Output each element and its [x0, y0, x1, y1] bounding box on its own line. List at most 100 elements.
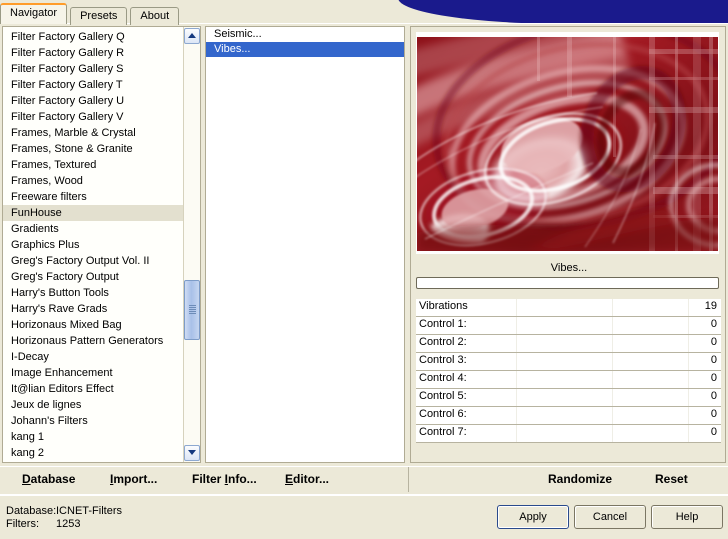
- category-item[interactable]: Image Enhancement: [3, 365, 184, 381]
- parameter-tick: [516, 299, 517, 316]
- filter-item[interactable]: Vibes...: [206, 42, 404, 57]
- parameter-row[interactable]: Vibrations 19: [416, 299, 721, 317]
- category-item-label: Greg's Factory Output Vol. II: [11, 255, 150, 267]
- scrollbar-thumb[interactable]: [184, 280, 200, 340]
- randomize-button[interactable]: Randomize: [548, 472, 612, 486]
- parameter-label: Control 1:: [419, 318, 467, 330]
- preview-image-frame[interactable]: [416, 32, 719, 254]
- parameter-value: 0: [710, 318, 717, 330]
- parameter-row[interactable]: Control 4: 0: [416, 371, 721, 389]
- category-scrollbar[interactable]: [183, 27, 200, 462]
- parameter-tick: [688, 371, 689, 388]
- category-item[interactable]: Greg's Factory Output: [3, 269, 184, 285]
- category-item-label: Filter Factory Gallery Q: [11, 31, 125, 43]
- category-item[interactable]: kang 2: [3, 445, 184, 461]
- category-item[interactable]: Johann's Filters: [3, 413, 184, 429]
- filter-item-label: Vibes...: [214, 43, 251, 55]
- parameter-row[interactable]: Control 7: 0: [416, 425, 721, 443]
- category-item[interactable]: Harry's Button Tools: [3, 285, 184, 301]
- database-button[interactable]: Database: [22, 472, 75, 486]
- category-list-panel: Filter Factory Gallery Q Filter Factory G…: [2, 26, 201, 463]
- parameter-tick: [612, 407, 613, 424]
- category-item[interactable]: Filter Factory Gallery U: [3, 93, 184, 109]
- category-item[interactable]: Horizonaus Mixed Bag: [3, 317, 184, 333]
- category-item-label: Freeware filters: [11, 191, 87, 203]
- parameter-tick: [688, 335, 689, 352]
- category-item[interactable]: Harry's Rave Grads: [3, 301, 184, 317]
- category-item-label: Greg's Factory Output: [11, 271, 119, 283]
- category-item-label: Frames, Wood: [11, 175, 83, 187]
- category-item[interactable]: Filter Factory Gallery R: [3, 45, 184, 61]
- tab-about[interactable]: About: [130, 7, 180, 25]
- filter-info-button[interactable]: Filter Info...: [192, 472, 257, 486]
- category-item[interactable]: FunHouse: [3, 205, 184, 221]
- category-item[interactable]: Freeware filters: [3, 189, 184, 205]
- category-item[interactable]: Filter Factory Gallery Q: [3, 29, 184, 45]
- category-item[interactable]: Graphics Plus: [3, 237, 184, 253]
- tab-navigator-label: Navigator: [10, 7, 58, 19]
- tab-about-label: About: [140, 10, 170, 22]
- category-item[interactable]: kang 1: [3, 429, 184, 445]
- category-item[interactable]: I-Decay: [3, 349, 184, 365]
- parameter-tick: [612, 389, 613, 406]
- parameter-tick: [612, 317, 613, 334]
- category-item-label: Frames, Marble & Crystal: [11, 127, 136, 139]
- category-item[interactable]: Filter Factory Gallery S: [3, 61, 184, 77]
- parameter-tick: [688, 299, 689, 316]
- filter-item-label: Seismic...: [214, 28, 262, 40]
- database-label: Database:: [6, 505, 57, 517]
- progress-bar: [416, 277, 719, 289]
- category-item[interactable]: Horizonaus Pattern Generators: [3, 333, 184, 349]
- category-item-label: Image Enhancement: [11, 367, 113, 379]
- tab-navigator[interactable]: Navigator: [0, 3, 68, 24]
- category-item[interactable]: Filter Factory Gallery T: [3, 77, 184, 93]
- parameter-label: Control 5:: [419, 390, 467, 402]
- filters-unlimited-window: Filters Unlimited 2.0 Navigator Presets …: [0, 0, 728, 539]
- scroll-down-button[interactable]: [184, 445, 200, 461]
- tab-presets[interactable]: Presets: [70, 7, 128, 25]
- category-item[interactable]: Greg's Factory Output Vol. II: [3, 253, 184, 269]
- parameter-tick: [688, 425, 689, 442]
- category-item[interactable]: Jeux de lignes: [3, 397, 184, 413]
- category-item-label: Johann's Filters: [11, 415, 88, 427]
- help-button[interactable]: Help: [651, 505, 723, 529]
- category-item[interactable]: Frames, Wood: [3, 173, 184, 189]
- database-button-label: atabase: [30, 472, 76, 486]
- parameter-row[interactable]: Control 1: 0: [416, 317, 721, 335]
- parameter-table: Vibrations 19 Control 1: 0 Control 2: 0 Contro…: [416, 299, 721, 443]
- category-item[interactable]: Frames, Textured: [3, 157, 184, 173]
- category-item[interactable]: Filter Factory Gallery V: [3, 109, 184, 125]
- reset-button[interactable]: Reset: [655, 472, 688, 486]
- apply-button[interactable]: Apply: [497, 505, 569, 529]
- editor-button[interactable]: Editor...: [285, 472, 329, 486]
- category-item[interactable]: Frames, Marble & Crystal: [3, 125, 184, 141]
- scroll-up-button[interactable]: [184, 28, 200, 44]
- parameter-tick: [516, 425, 517, 442]
- category-list[interactable]: Filter Factory Gallery Q Filter Factory G…: [3, 29, 184, 461]
- category-item[interactable]: Frames, Stone & Granite: [3, 141, 184, 157]
- parameter-label: Control 6:: [419, 408, 467, 420]
- category-item-label: Frames, Stone & Granite: [11, 143, 133, 155]
- parameter-tick: [688, 317, 689, 334]
- parameter-row[interactable]: Control 5: 0: [416, 389, 721, 407]
- category-item-label: I-Decay: [11, 351, 49, 363]
- parameter-row[interactable]: Control 3: 0: [416, 353, 721, 371]
- parameter-tick: [516, 317, 517, 334]
- parameter-value: 19: [704, 300, 717, 312]
- filter-item[interactable]: Seismic...: [206, 27, 404, 42]
- parameter-tick: [612, 335, 613, 352]
- parameter-label: Control 7:: [419, 426, 467, 438]
- parameter-row[interactable]: Control 2: 0: [416, 335, 721, 353]
- category-item[interactable]: It@lian Editors Effect: [3, 381, 184, 397]
- category-item-label: Harry's Button Tools: [11, 287, 109, 299]
- parameter-value: 0: [710, 426, 717, 438]
- category-item[interactable]: Gradients: [3, 221, 184, 237]
- import-button[interactable]: Import...: [110, 472, 157, 486]
- parameter-tick: [516, 407, 517, 424]
- main-body: Filter Factory Gallery Q Filter Factory G…: [0, 24, 728, 465]
- cancel-button[interactable]: Cancel: [574, 505, 646, 529]
- parameter-row[interactable]: Control 6: 0: [416, 407, 721, 425]
- category-item-label: Gradients: [11, 223, 59, 235]
- parameter-tick: [612, 353, 613, 370]
- filter-list[interactable]: Seismic... Vibes...: [206, 27, 404, 57]
